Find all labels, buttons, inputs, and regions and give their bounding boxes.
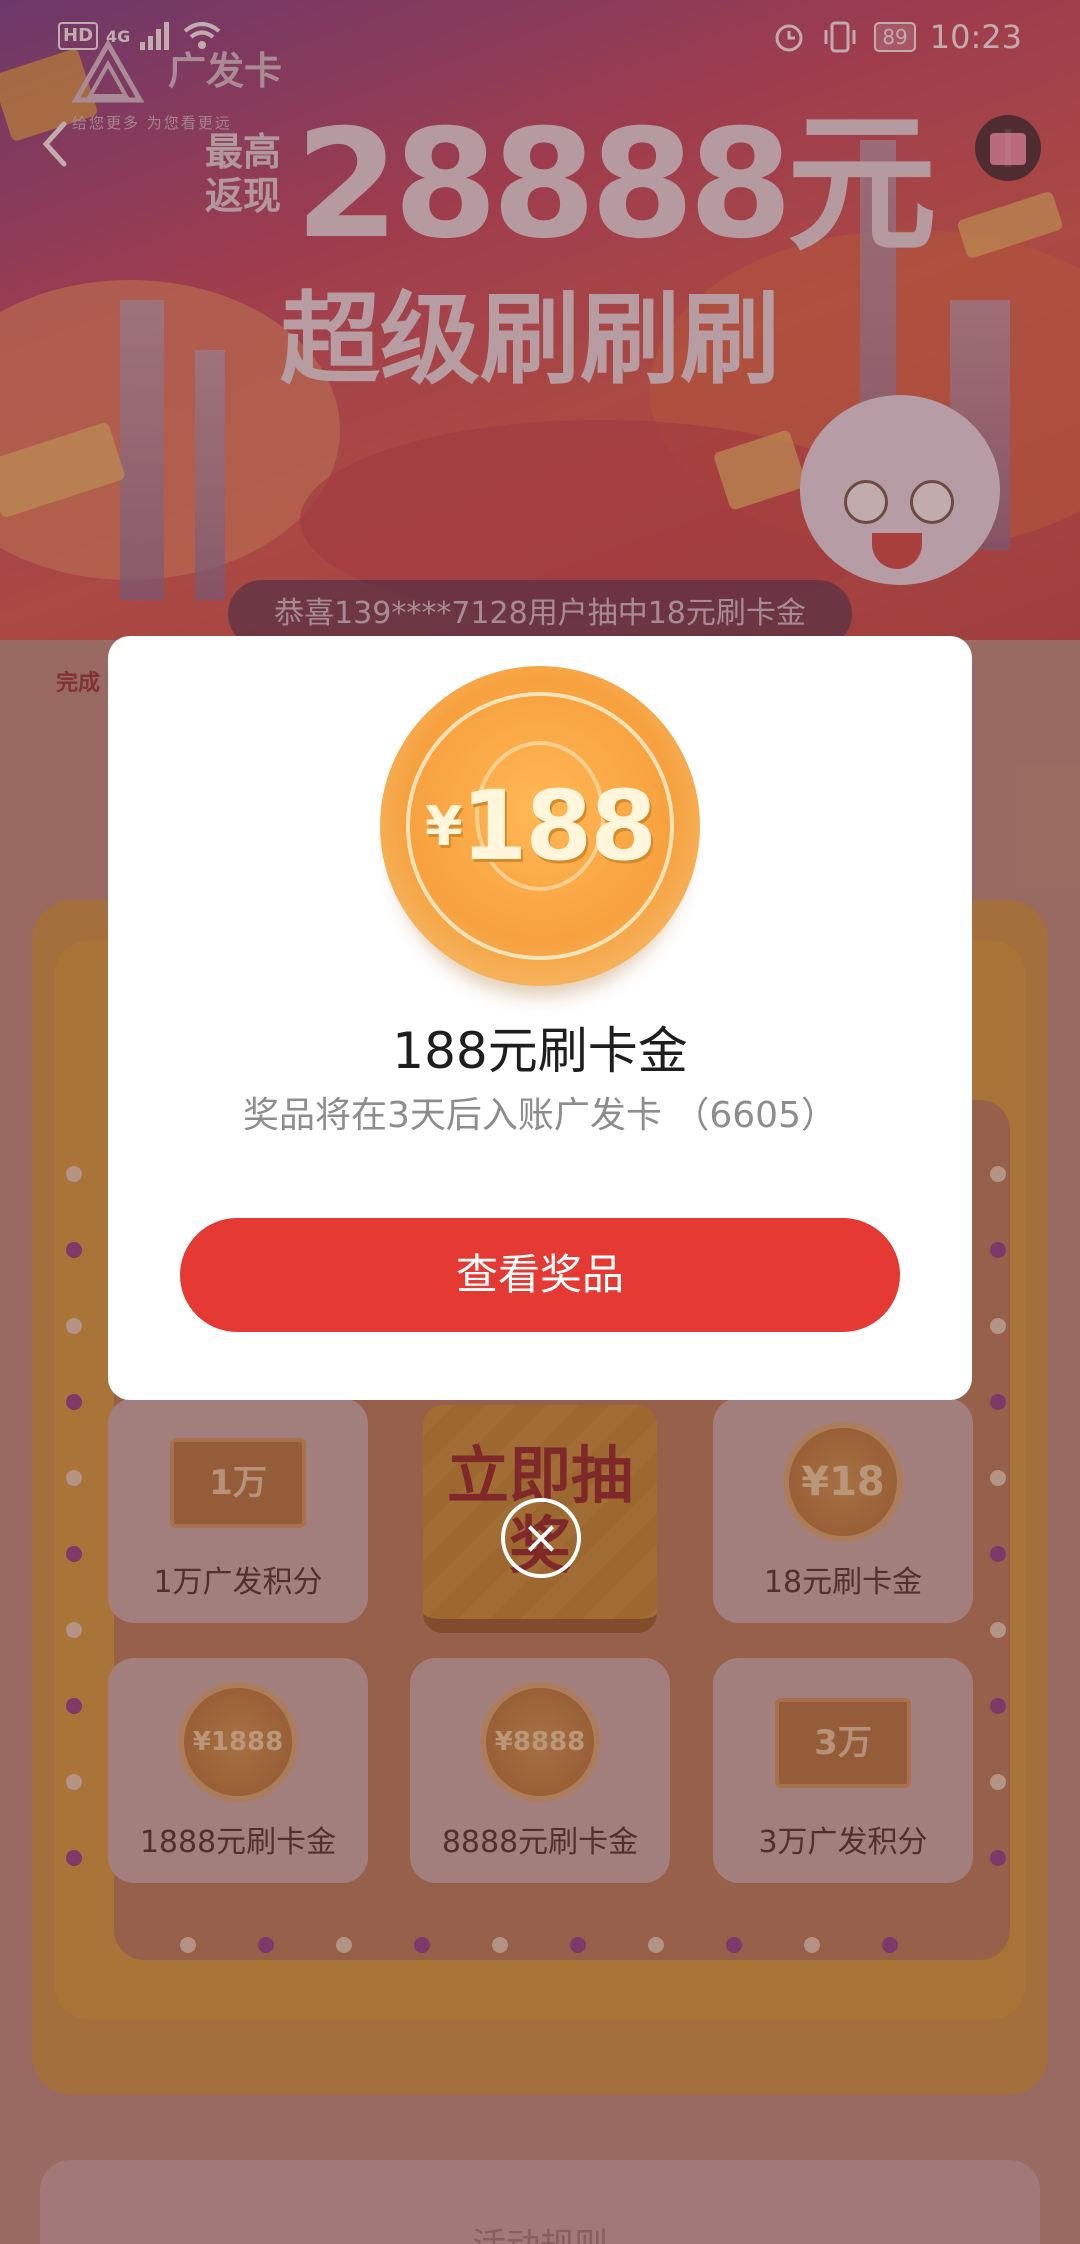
coin-currency: ¥ — [425, 795, 463, 858]
close-dialog-button[interactable]: × — [501, 1498, 581, 1578]
view-prize-button[interactable]: 查看奖品 — [180, 1218, 900, 1332]
prize-title: 188元刷卡金 — [392, 1022, 688, 1080]
coin-value: ¥188 — [380, 666, 700, 986]
coin-amount: 188 — [460, 770, 657, 882]
prize-description: 奖品将在3天后入账广发卡 （6605） — [243, 1095, 837, 1136]
prize-coin-icon: ¥188 — [380, 666, 700, 986]
prize-dialog: ¥188 188元刷卡金 奖品将在3天后入账广发卡 （6605） 查看奖品 — [108, 636, 972, 1400]
